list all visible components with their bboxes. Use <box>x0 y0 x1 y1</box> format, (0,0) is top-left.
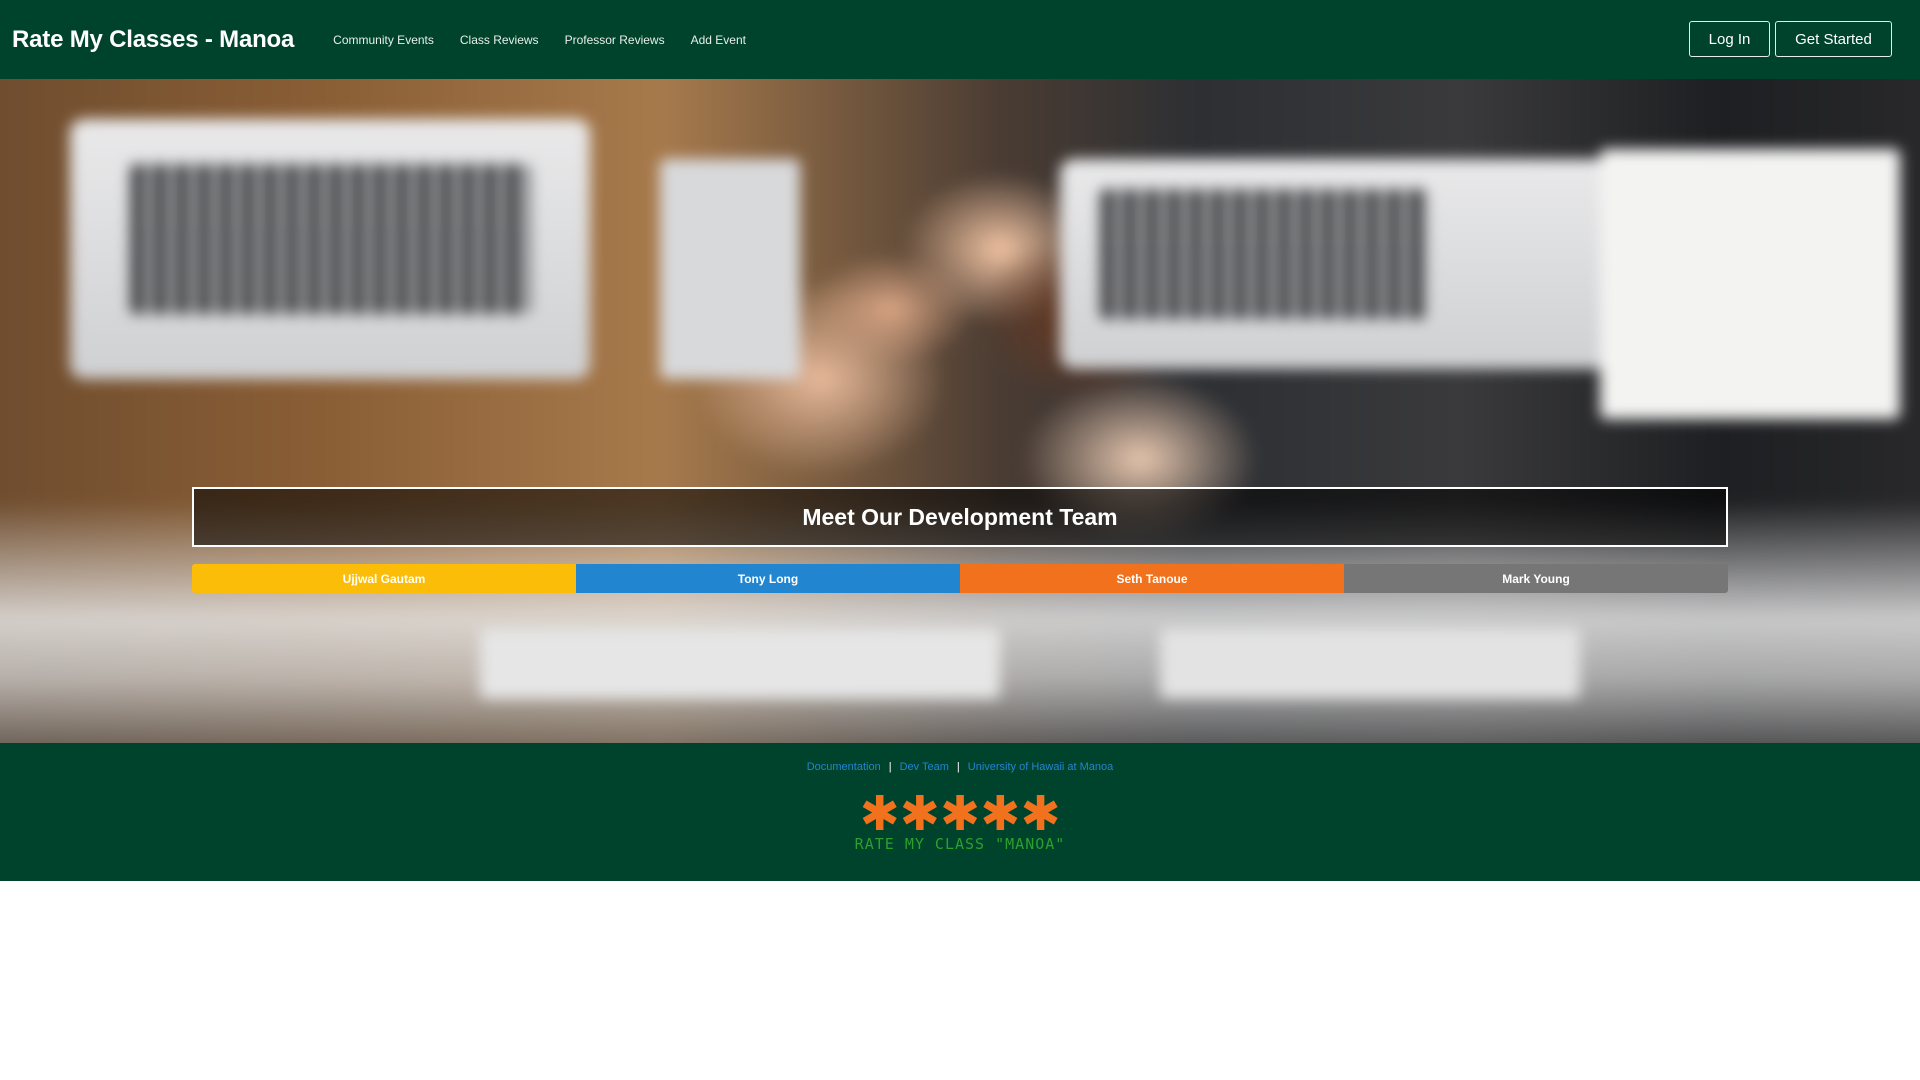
team-members-bar: Ujjwal Gautam Tony Long Seth Tanoue Mark… <box>192 564 1728 593</box>
member-seth-tanoue[interactable]: Seth Tanoue <box>960 564 1344 593</box>
keyboard-right-image <box>1100 189 1430 319</box>
footer-separator: | <box>956 761 960 773</box>
brand-logo-link[interactable]: Rate My Classes - Manoa <box>12 26 294 54</box>
member-mark-young[interactable]: Mark Young <box>1344 564 1728 593</box>
nav-actions: Log In Get Started <box>1689 21 1892 57</box>
footer-uh-manoa-link[interactable]: University of Hawaii at Manoa <box>968 761 1114 773</box>
nav-professor-reviews[interactable]: Professor Reviews <box>565 33 665 47</box>
top-navbar: Rate My Classes - Manoa Community Events… <box>0 0 1920 79</box>
keyboard-left-image <box>130 164 530 314</box>
logo-text: RATE MY CLASS "MANOA" <box>854 835 1066 853</box>
rating-stars-icon: ✱✱✱✱✱ <box>859 788 1061 841</box>
team-background-image <box>0 79 1920 743</box>
member-ujjwal-gautam[interactable]: Ujjwal Gautam <box>192 564 576 593</box>
footer-links: Documentation | Dev Team | University of… <box>0 761 1920 773</box>
footer: Documentation | Dev Team | University of… <box>0 743 1920 881</box>
footer-dev-team-link[interactable]: Dev Team <box>900 761 949 773</box>
nav-community-events[interactable]: Community Events <box>333 33 434 47</box>
hero-section: Meet Our Development Team Ujjwal Gautam … <box>0 79 1920 743</box>
footer-separator: | <box>888 761 892 773</box>
footer-documentation-link[interactable]: Documentation <box>807 761 881 773</box>
nav-class-reviews[interactable]: Class Reviews <box>460 33 539 47</box>
get-started-button[interactable]: Get Started <box>1775 21 1892 57</box>
power-strip-image <box>480 629 1000 699</box>
nav-add-event[interactable]: Add Event <box>691 33 746 47</box>
site-logo: ✱✱✱✱✱ RATE MY CLASS "MANOA" <box>850 788 1070 863</box>
phone-image <box>660 159 800 379</box>
member-tony-long[interactable]: Tony Long <box>576 564 960 593</box>
power-strip-2-image <box>1160 629 1580 699</box>
login-button[interactable]: Log In <box>1689 21 1770 57</box>
team-heading: Meet Our Development Team <box>192 487 1728 547</box>
paper-sheet-image <box>1600 149 1900 419</box>
